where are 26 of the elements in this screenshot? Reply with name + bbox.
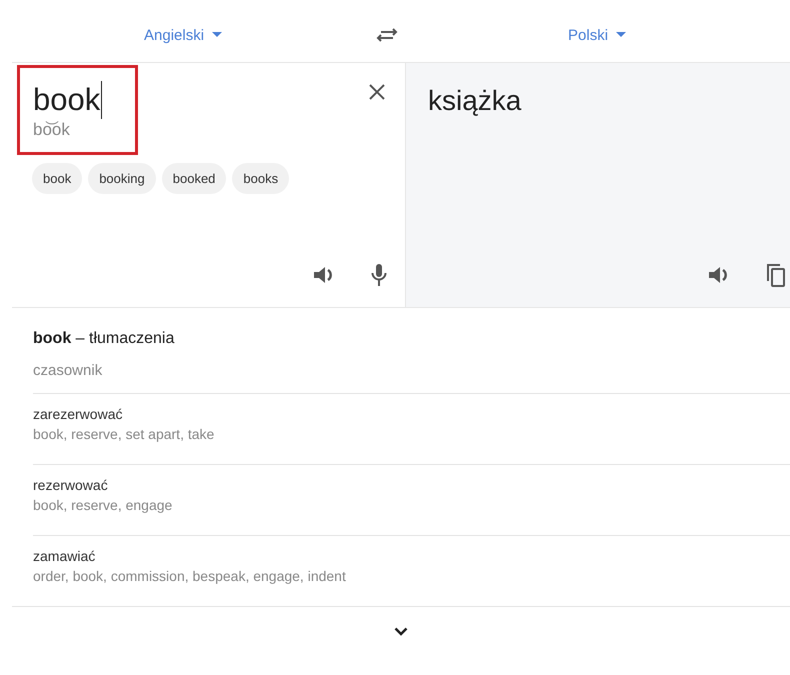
suggestion-chip[interactable]: booked [162,163,226,194]
translation-word: rezerwować [33,476,109,495]
translation-word: zarezerwować [33,405,124,424]
copy-icon[interactable] [766,263,786,287]
swap-icon[interactable] [376,27,398,43]
speaker-icon[interactable] [708,265,730,285]
speaker-icon[interactable] [313,265,335,285]
close-icon[interactable] [368,83,386,101]
part-of-speech: czasownik [33,352,790,394]
synonyms-text: book, reserve, engage [33,496,174,515]
target-language-button[interactable]: Polski [562,22,632,48]
source-language-button[interactable]: Angielski [138,22,228,48]
suggestion-chip[interactable]: booking [88,163,156,194]
translation-word: zamawiać [33,547,96,566]
suggestion-chip[interactable]: books [232,163,290,194]
suggestion-chip[interactable]: book [32,163,82,194]
microphone-icon[interactable] [371,263,387,287]
synonyms-text: book, reserve, set apart, take [33,425,216,444]
chevron-down-icon[interactable] [394,627,408,636]
source-text-field[interactable]: book [33,81,102,119]
caret-icon [212,32,222,38]
synonyms-text: order, book, commission, bespeak, engage, indent [33,567,347,586]
transliteration: bo͝ok [33,119,71,141]
caret-icon [616,32,626,38]
translation-text: książka [427,84,522,117]
dictionary-heading: book – tłumaczenia [32,329,176,349]
